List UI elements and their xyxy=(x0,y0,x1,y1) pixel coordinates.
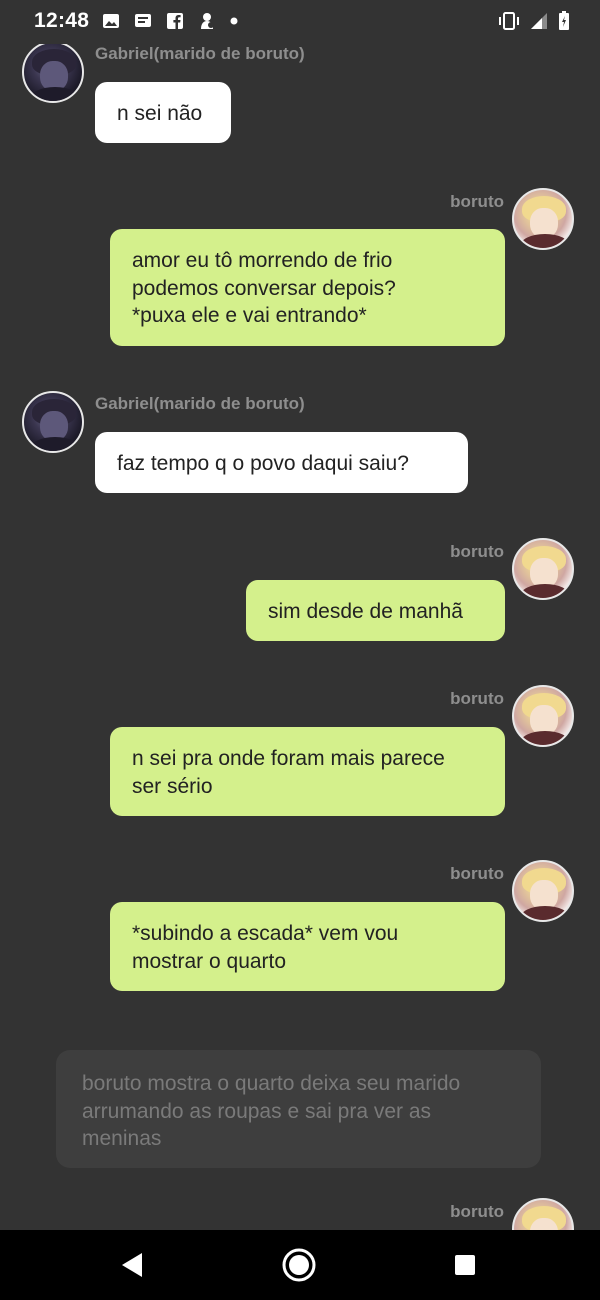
chat-area[interactable]: Gabriel(marido de boruto) n sei não boru… xyxy=(0,0,600,1230)
avatar-boruto[interactable] xyxy=(512,188,574,250)
avatar-gabriel[interactable] xyxy=(22,391,84,453)
sender-name: boruto xyxy=(450,1202,504,1221)
sender-name: boruto xyxy=(450,689,504,708)
recents-icon xyxy=(455,1255,475,1275)
message-bubble[interactable]: *subindo a escada* vem vou mostrar o qua… xyxy=(110,902,505,991)
signal-icon xyxy=(531,13,547,29)
sender-name: boruto xyxy=(450,864,504,883)
message-bubble[interactable]: amor eu tô morrendo de frio podemos conv… xyxy=(110,229,505,346)
status-time: 12:48 xyxy=(34,9,90,32)
image-icon xyxy=(103,14,119,28)
sender-name: Gabriel(marido de boruto) xyxy=(95,394,305,413)
avatar-boruto[interactable] xyxy=(512,538,574,600)
dot-icon xyxy=(230,17,238,25)
recents-button[interactable] xyxy=(425,1230,505,1300)
navigation-bar xyxy=(0,1230,600,1300)
narration-text: boruto mostra o quarto deixa seu marido … xyxy=(56,1050,541,1168)
home-button[interactable] xyxy=(259,1230,339,1300)
home-icon xyxy=(282,1248,316,1282)
message-bubble[interactable]: n sei pra onde foram mais parece ser sér… xyxy=(110,727,505,816)
vibrate-icon xyxy=(499,12,519,30)
battery-icon xyxy=(559,11,569,30)
avatar-boruto[interactable] xyxy=(512,685,574,747)
app-icon xyxy=(201,13,214,29)
facebook-icon xyxy=(167,13,183,29)
sender-name: boruto xyxy=(450,192,504,211)
status-bar: 12:48 xyxy=(0,0,600,44)
sender-name: Gabriel(marido de boruto) xyxy=(95,44,305,63)
message-bubble[interactable]: n sei não xyxy=(95,82,231,143)
avatar-boruto[interactable] xyxy=(512,1198,574,1230)
message-bubble[interactable]: sim desde de manhã xyxy=(246,580,505,641)
message-icon xyxy=(135,14,151,27)
back-button[interactable] xyxy=(92,1230,172,1300)
avatar-gabriel[interactable] xyxy=(22,41,84,103)
avatar-boruto[interactable] xyxy=(512,860,574,922)
sender-name: boruto xyxy=(450,542,504,561)
message-bubble[interactable]: faz tempo q o povo daqui saiu? xyxy=(95,432,468,493)
back-icon xyxy=(122,1253,142,1277)
